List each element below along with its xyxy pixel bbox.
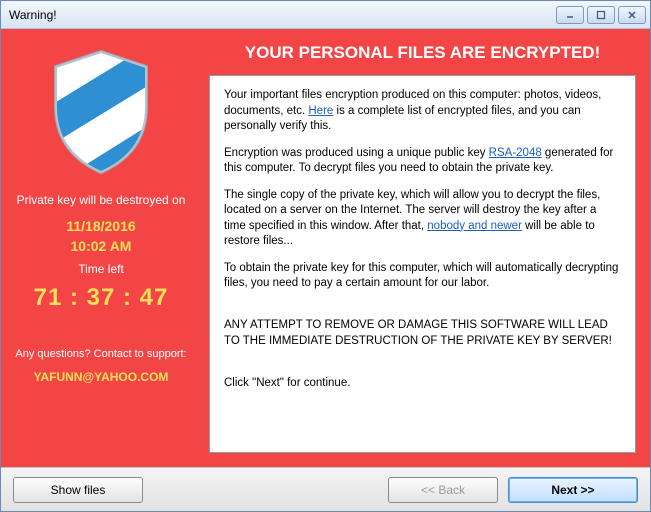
content-area: Private key will be destroyed on 11/18/2… bbox=[1, 29, 650, 467]
paragraph-1: Your important files encryption produced… bbox=[224, 88, 621, 135]
destroy-date: 11/18/2016 bbox=[66, 218, 135, 234]
timeleft-label: Time left bbox=[11, 262, 191, 276]
shield-icon bbox=[11, 47, 191, 177]
left-panel: Private key will be destroyed on 11/18/2… bbox=[1, 29, 201, 467]
window: Warning! bbox=[0, 0, 651, 512]
headline: YOUR PERSONAL FILES ARE ENCRYPTED! bbox=[209, 43, 636, 63]
window-controls bbox=[556, 6, 646, 24]
support-label: Any questions? Contact to support: bbox=[11, 348, 191, 360]
destroy-label: Private key will be destroyed on bbox=[11, 193, 191, 207]
link-here[interactable]: Here bbox=[308, 105, 333, 117]
link-rsa2048[interactable]: RSA-2048 bbox=[489, 147, 542, 159]
destroy-datetime: 11/18/2016 10:02 AM bbox=[11, 217, 191, 256]
countdown-timer: 71 : 37 : 47 bbox=[11, 284, 191, 312]
next-button[interactable]: Next >> bbox=[508, 477, 638, 503]
paragraph-4: To obtain the private key for this compu… bbox=[224, 261, 621, 292]
link-nobody[interactable]: nobody and newer bbox=[427, 220, 522, 232]
window-title: Warning! bbox=[5, 8, 556, 22]
paragraph-3: The single copy of the private key, whic… bbox=[224, 188, 621, 250]
titlebar: Warning! bbox=[1, 1, 650, 29]
back-button[interactable]: << Back bbox=[388, 477, 498, 503]
support-email: YAFUNN@YAHOO.COM bbox=[11, 370, 191, 384]
paragraph-warning: ANY ATTEMPT TO REMOVE OR DAMAGE THIS SOF… bbox=[224, 318, 621, 349]
footer-bar: Show files << Back Next >> bbox=[1, 467, 650, 511]
minimize-button[interactable] bbox=[556, 6, 584, 24]
show-files-button[interactable]: Show files bbox=[13, 477, 143, 503]
destroy-time: 10:02 AM bbox=[71, 238, 132, 254]
paragraph-next: Click "Next" for continue. bbox=[224, 376, 621, 392]
message-box: Your important files encryption produced… bbox=[209, 75, 636, 453]
maximize-button[interactable] bbox=[587, 6, 615, 24]
close-button[interactable] bbox=[618, 6, 646, 24]
right-panel: YOUR PERSONAL FILES ARE ENCRYPTED! Your … bbox=[201, 29, 650, 467]
paragraph-2: Encryption was produced using a unique p… bbox=[224, 146, 621, 177]
